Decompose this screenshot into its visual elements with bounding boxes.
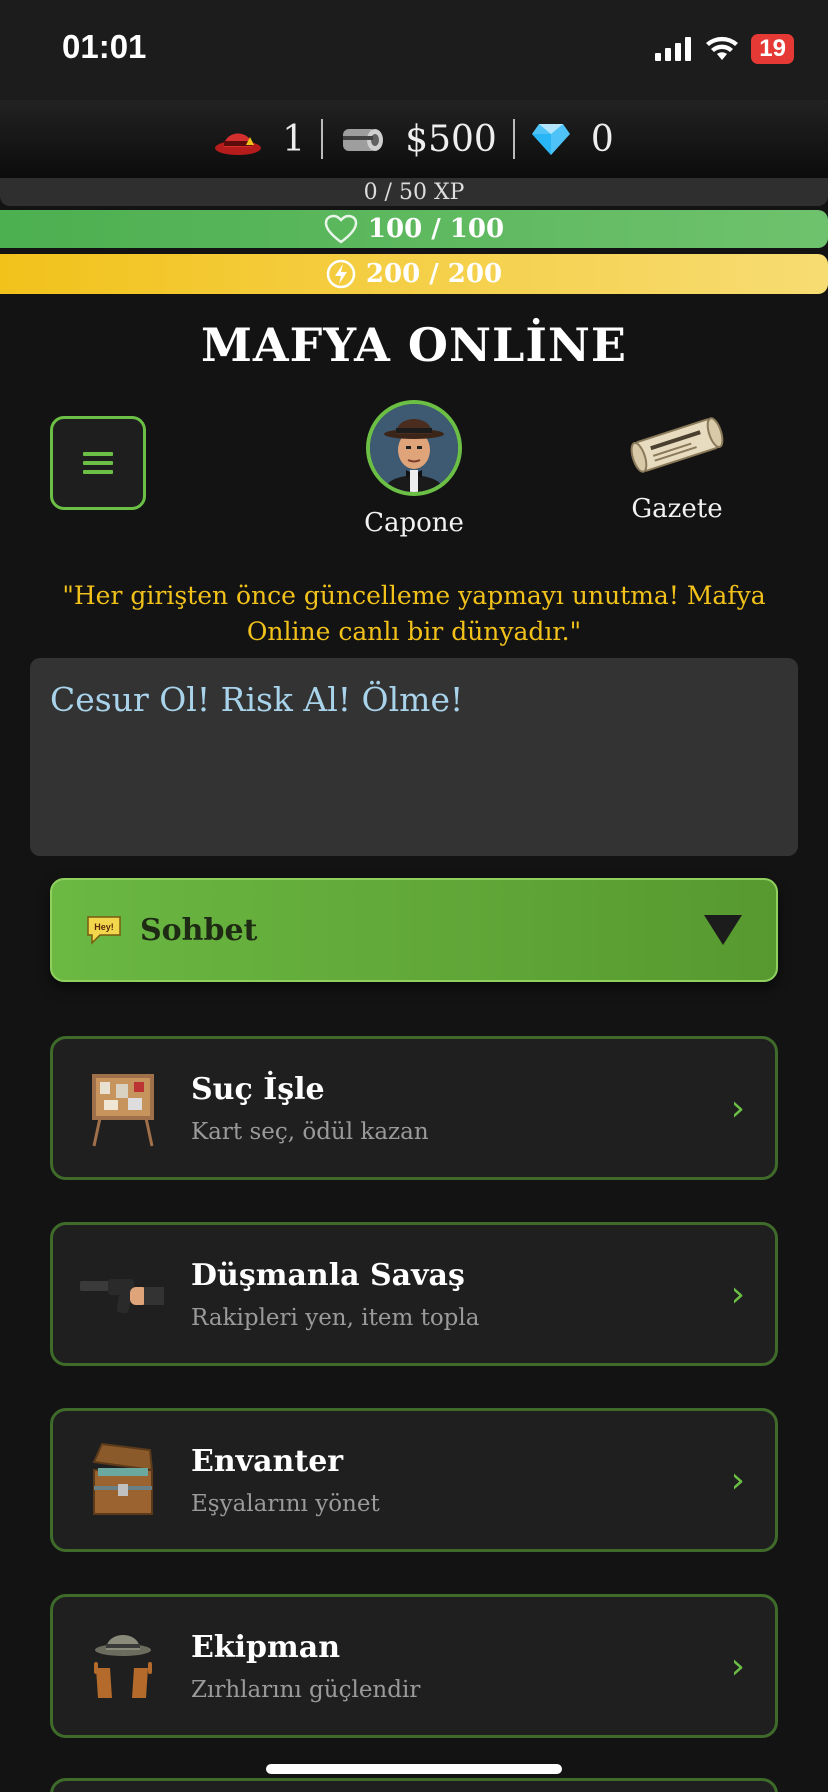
card-title: Ekipman [191, 1629, 341, 1665]
card-title: Envanter [191, 1443, 344, 1479]
clock: 01:01 [62, 28, 147, 65]
xp-text: 0 / 50 XP [363, 179, 465, 205]
heart-icon [324, 214, 358, 244]
hat-gloves-icon [77, 1620, 169, 1712]
signal-icon [655, 37, 692, 61]
menu-card-crime[interactable]: Suç İşle Kart seç, ödül kazan › [50, 1036, 778, 1180]
chevron-right-icon: › [730, 1087, 745, 1129]
player-name: Capone [364, 508, 464, 538]
health-text: 100 / 100 [367, 214, 505, 244]
card-title: Suç İşle [191, 1071, 325, 1107]
cash-display[interactable]: $500 [339, 119, 497, 160]
newspaper-label: Gazete [631, 494, 723, 524]
newspaper-icon [630, 417, 724, 473]
motto-text: Cesur Ol! Risk Al! Ölme! [50, 680, 464, 719]
diamond-value: 0 [590, 118, 614, 160]
card-subtitle: Rakipleri yen, item topla [191, 1304, 480, 1331]
money-roll-icon [343, 129, 384, 151]
speech-bubble-icon: Hey! [87, 916, 121, 945]
health-bar: 100 / 100 [0, 210, 828, 248]
energy-bar: 200 / 200 [0, 254, 828, 294]
chevron-right-icon: › [730, 1459, 745, 1501]
lightning-icon [326, 259, 356, 289]
chevron-right-icon: › [730, 1645, 745, 1687]
hamburger-icon [83, 452, 113, 474]
diamond-display[interactable]: 0 [531, 119, 614, 160]
home-indicator[interactable] [266, 1764, 562, 1774]
xp-bar: 0 / 50 XP [0, 178, 828, 206]
divider [512, 119, 515, 159]
menu-card-partial[interactable] [50, 1778, 778, 1792]
menu-button[interactable] [50, 416, 146, 510]
card-subtitle: Zırhlarını güçlendir [191, 1676, 421, 1703]
page-title: MAFYA ONLİNE [201, 318, 627, 372]
treasure-chest-icon [77, 1434, 169, 1526]
level-display[interactable]: 1 [214, 119, 305, 160]
chevron-right-icon: › [730, 1273, 745, 1315]
menu-card-fight[interactable]: Düşmanla Savaş Rakipleri yen, item topla… [50, 1222, 778, 1366]
currency-bar: 1 $500 0 [0, 100, 828, 178]
menu-card-inventory[interactable]: Envanter Eşyalarını yönet › [50, 1408, 778, 1552]
motto-box: Cesur Ol! Risk Al! Ölme! [30, 658, 798, 856]
pistol-icon [77, 1248, 169, 1340]
tip-text: "Her girişten önce güncelleme yapmayı un… [62, 581, 766, 646]
corkboard-icon [77, 1062, 169, 1154]
profile-button[interactable]: Capone [342, 400, 486, 538]
chat-toggle[interactable]: Hey! Sohbet [50, 878, 778, 982]
diamond-icon [531, 124, 570, 155]
card-subtitle: Eşyalarını yönet [191, 1490, 380, 1517]
gangster-portrait-icon [370, 404, 458, 492]
avatar [366, 400, 462, 496]
chat-label: Sohbet [140, 912, 258, 948]
status-bar: 01:01 19 [0, 0, 828, 100]
status-icons: 19 [655, 34, 824, 64]
card-title: Düşmanla Savaş [191, 1257, 465, 1293]
divider [321, 119, 324, 159]
cash-value: $500 [405, 118, 497, 160]
battery-icon: 19 [751, 34, 824, 64]
newspaper-button[interactable]: Gazete [612, 414, 742, 524]
card-subtitle: Kart seç, ödül kazan [191, 1118, 429, 1145]
fedora-hat-icon [215, 133, 262, 155]
energy-text: 200 / 200 [365, 259, 503, 289]
menu-card-equipment[interactable]: Ekipman Zırhlarını güçlendir › [50, 1594, 778, 1738]
speech-bubble-text: Hey! [94, 922, 114, 932]
wifi-icon [706, 36, 739, 60]
chevron-down-icon [704, 915, 742, 945]
level-value: 1 [282, 118, 306, 160]
